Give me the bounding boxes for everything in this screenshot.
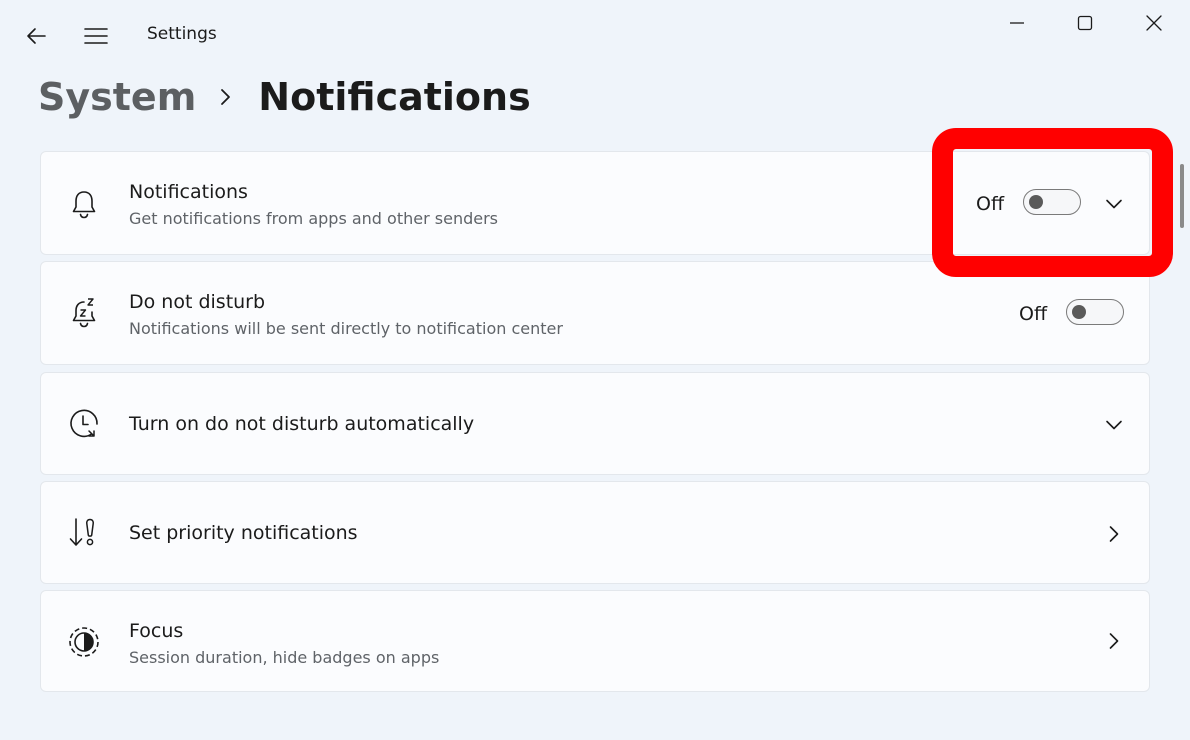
maximize-button[interactable] (1062, 0, 1108, 46)
chevron-right-icon (1109, 526, 1119, 542)
vertical-scrollbar[interactable] (1180, 164, 1184, 228)
hamburger-menu-icon (84, 28, 108, 44)
chevron-right-icon (1109, 633, 1119, 649)
focus-subtitle: Session duration, hide badges on apps (129, 648, 440, 667)
focus-timer-icon (67, 625, 101, 659)
focus-card[interactable]: Focus Session duration, hide badges on a… (40, 590, 1150, 692)
close-button[interactable] (1131, 0, 1177, 46)
do-not-disturb-card: Do not disturb Notifications will be sen… (40, 261, 1150, 365)
notifications-expand-button[interactable] (1102, 192, 1126, 216)
clock-arrow-icon (67, 407, 101, 441)
close-icon (1146, 15, 1162, 31)
bell-icon (67, 187, 101, 221)
priority-notifications-title: Set priority notifications (129, 522, 358, 544)
priority-notifications-open-button[interactable] (1102, 522, 1126, 546)
chevron-down-icon (1106, 420, 1122, 430)
focus-title: Focus (129, 620, 184, 642)
notifications-card[interactable]: Notifications Get notifications from app… (40, 151, 1150, 255)
app-title: Settings (147, 24, 217, 44)
toggle-knob (1072, 305, 1086, 319)
breadcrumb: System Notifications (38, 70, 531, 124)
minimize-icon (1010, 22, 1024, 24)
back-button[interactable] (16, 16, 56, 56)
breadcrumb-separator (206, 70, 246, 124)
minimize-button[interactable] (994, 0, 1040, 46)
do-not-disturb-title: Do not disturb (129, 291, 266, 313)
do-not-disturb-state-label: Off (1019, 303, 1048, 325)
focus-open-button[interactable] (1102, 629, 1126, 653)
priority-notifications-card[interactable]: Set priority notifications (40, 481, 1150, 584)
bell-snooze-icon (67, 296, 101, 330)
dnd-automatic-expand-button[interactable] (1102, 413, 1126, 437)
navigation-menu-button[interactable] (76, 16, 116, 56)
notifications-title: Notifications (129, 181, 248, 203)
title-bar: Settings (0, 0, 1190, 70)
toggle-knob (1029, 195, 1043, 209)
do-not-disturb-subtitle: Notifications will be sent directly to n… (129, 319, 563, 338)
page-title: Notifications (258, 75, 531, 119)
dnd-automatic-title: Turn on do not disturb automatically (129, 413, 475, 435)
back-arrow-icon (27, 28, 46, 44)
notifications-state-label: Off (976, 193, 1005, 215)
dnd-automatic-card[interactable]: Turn on do not disturb automatically (40, 372, 1150, 475)
chevron-down-icon (1106, 199, 1122, 209)
notifications-toggle[interactable] (1023, 189, 1081, 215)
notifications-subtitle: Get notifications from apps and other se… (129, 209, 498, 228)
chevron-right-icon (221, 89, 231, 105)
sort-alert-icon (67, 516, 101, 550)
do-not-disturb-toggle[interactable] (1066, 299, 1124, 325)
breadcrumb-system[interactable]: System (38, 75, 196, 119)
maximize-icon (1077, 15, 1093, 31)
